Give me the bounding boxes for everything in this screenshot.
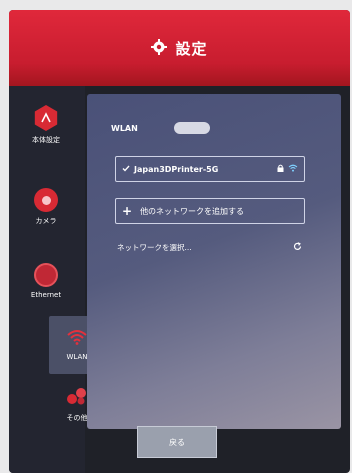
sidebar-item-label: その他 xyxy=(66,414,88,422)
wifi-icon xyxy=(66,329,88,349)
gear-icon xyxy=(151,38,168,59)
globe-icon xyxy=(34,263,58,287)
wifi-signal-icon xyxy=(288,164,298,174)
select-network-row: ネットワークを選択... xyxy=(117,242,302,253)
sidebar: 本体設定 カメラ Ethernet WLAN その他 xyxy=(9,86,105,473)
device-screen: 設定 本体設定 カメラ Ethernet WLAN その他 WLAN Japan… xyxy=(9,10,350,473)
wlan-label: WLAN xyxy=(111,123,138,133)
network-item-connected[interactable]: Japan3DPrinter-5G xyxy=(115,156,305,182)
printer-icon xyxy=(34,105,58,131)
sidebar-item-device-settings[interactable]: 本体設定 xyxy=(11,96,81,154)
lock-icon xyxy=(277,164,284,174)
sidebar-item-label: WLAN xyxy=(66,353,88,361)
select-network-label: ネットワークを選択... xyxy=(117,243,192,252)
sidebar-item-ethernet[interactable]: Ethernet xyxy=(11,252,81,310)
add-network-label: 他のネットワークを追加する xyxy=(140,206,245,216)
wlan-toggle[interactable] xyxy=(173,122,210,134)
wlan-panel: WLAN Japan3DPrinter-5G + 他のネットワークを追加する ネ… xyxy=(87,94,341,429)
more-icon xyxy=(66,387,88,409)
plus-icon: + xyxy=(122,204,133,218)
sidebar-item-label: カメラ xyxy=(35,217,57,225)
back-button[interactable]: 戻る xyxy=(137,426,217,458)
refresh-icon[interactable] xyxy=(293,242,302,253)
header-title-group: 設定 xyxy=(9,38,350,59)
checkmark-icon xyxy=(122,165,130,174)
header-bar: 設定 xyxy=(9,10,350,86)
sidebar-item-label: 本体設定 xyxy=(32,136,60,144)
sidebar-item-camera[interactable]: カメラ xyxy=(11,178,81,236)
page-title: 設定 xyxy=(175,40,208,58)
sidebar-item-label: Ethernet xyxy=(30,291,62,299)
wlan-toggle-row: WLAN xyxy=(111,122,210,134)
add-network-button[interactable]: + 他のネットワークを追加する xyxy=(115,198,305,224)
camera-icon xyxy=(34,188,58,212)
network-name: Japan3DPrinter-5G xyxy=(134,164,219,174)
